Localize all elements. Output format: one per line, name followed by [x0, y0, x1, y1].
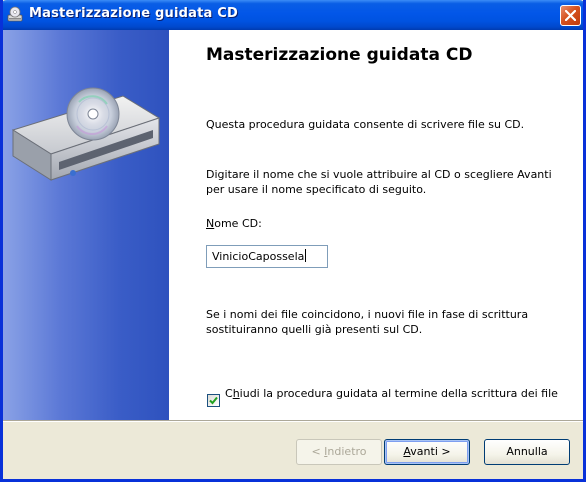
checkbox-label-post: iudi la procedura guidata al termine del… — [239, 387, 558, 400]
overwrite-warning-text: Se i nomi dei file coincidono, i nuovi f… — [206, 308, 529, 336]
cd-drive-illustration — [11, 87, 161, 181]
cancel-button[interactable]: Annulla — [484, 439, 570, 465]
close-wizard-checkbox-label[interactable]: Chiudi la procedura guidata al termine d… — [225, 386, 560, 401]
next-button-post: vanti > — [410, 445, 451, 458]
cd-burner-icon — [7, 6, 23, 22]
cd-name-input[interactable]: VinicioCapossela — [206, 245, 328, 268]
checkmark-icon — [209, 396, 218, 405]
cd-name-label: Nome CD: — [206, 216, 556, 231]
title-bar[interactable]: Masterizzazione guidata CD — [3, 0, 583, 30]
cd-name-value: VinicioCapossela — [212, 250, 305, 263]
close-button[interactable] — [560, 5, 581, 26]
instruction-text: Digitare il nome che si vuole attribuire… — [206, 168, 552, 196]
wizard-window: Masterizzazione guidata CD Masterizzazio… — [0, 0, 586, 482]
close-wizard-checkbox[interactable] — [207, 394, 220, 407]
wizard-heading: Masterizzazione guidata CD — [206, 45, 473, 65]
intro-text: Questa procedura guidata consente di scr… — [206, 118, 525, 131]
cd-name-label-accel: N — [206, 217, 215, 230]
window-title: Masterizzazione guidata CD — [29, 6, 238, 21]
wizard-sidebar — [3, 30, 169, 420]
back-button[interactable]: < Indietro — [296, 439, 382, 465]
back-button-post: ndietro — [327, 445, 367, 458]
back-button-pre: < — [311, 445, 325, 458]
text-caret — [305, 249, 307, 262]
checkbox-label-accel: h — [232, 387, 240, 400]
checkbox-label-pre: C — [225, 387, 233, 400]
wizard-content: Masterizzazione guidata CD Questa proced… — [169, 30, 583, 420]
footer-divider — [3, 420, 583, 422]
cd-name-label-rest: ome CD: — [214, 217, 262, 230]
close-icon — [565, 10, 576, 21]
next-button[interactable]: Avanti > — [384, 439, 470, 465]
